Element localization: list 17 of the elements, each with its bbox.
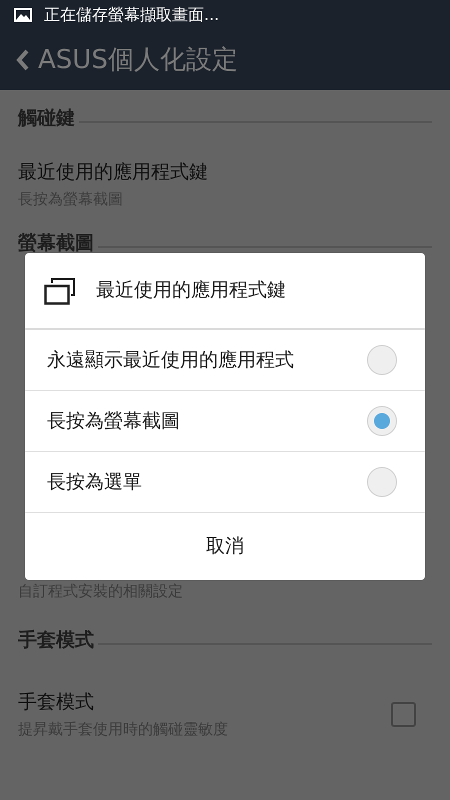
dialog-title: 最近使用的應用程式鍵 bbox=[96, 278, 286, 304]
radio-option[interactable]: 長按為螢幕截圖 bbox=[25, 391, 425, 452]
section-header: 觸碰鍵 bbox=[18, 106, 75, 131]
radio-option[interactable]: 永遠顯示最近使用的應用程式 bbox=[25, 330, 425, 391]
back-icon[interactable] bbox=[16, 48, 30, 72]
radio-button[interactable] bbox=[367, 467, 397, 497]
section-header: 螢幕截圖 bbox=[18, 230, 94, 256]
radio-option[interactable]: 長按為選單 bbox=[25, 452, 425, 513]
screen-title: ASUS個人化設定 bbox=[38, 44, 238, 76]
checkbox[interactable] bbox=[391, 702, 416, 726]
radio-button[interactable] bbox=[367, 406, 397, 436]
notification-text: 正在儲存螢幕擷取畫面... bbox=[44, 4, 220, 26]
cancel-button[interactable]: 取消 bbox=[25, 513, 425, 580]
radio-button[interactable] bbox=[367, 345, 397, 375]
image-icon bbox=[13, 7, 33, 23]
overlapping-squares-icon bbox=[44, 276, 76, 304]
section-header: 手套模式 bbox=[18, 628, 94, 653]
